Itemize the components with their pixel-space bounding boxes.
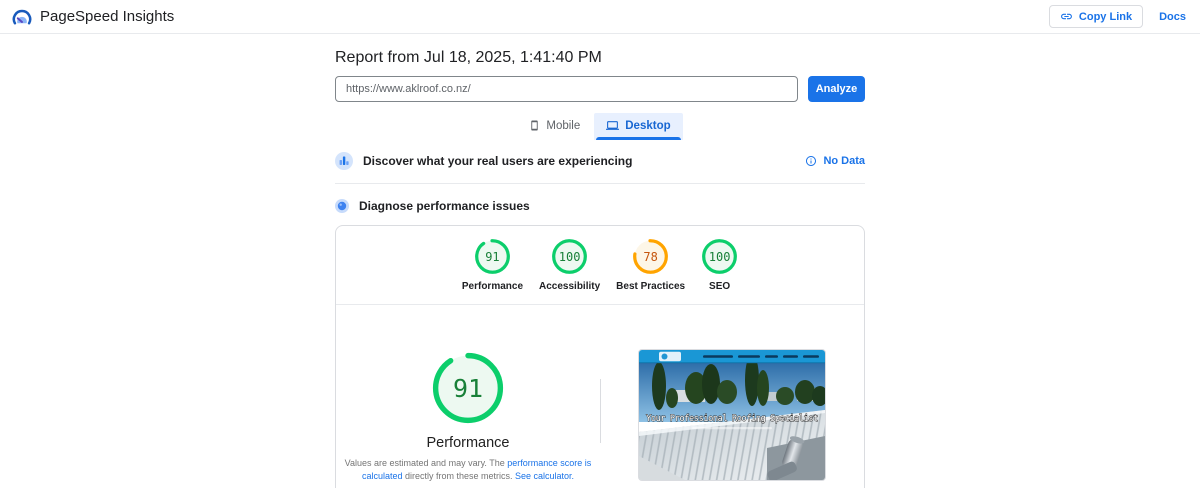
url-row: Analyze bbox=[335, 76, 865, 102]
tab-mobile[interactable]: Mobile bbox=[517, 113, 592, 140]
score-footnote: Values are estimated and may vary. The p… bbox=[342, 457, 594, 483]
field-section-title: Discover what your real users are experi… bbox=[363, 154, 633, 168]
no-data-label: No Data bbox=[823, 155, 865, 167]
report-main: Report from Jul 18, 2025, 1:41:40 PM Ana… bbox=[335, 47, 865, 488]
performance-big-score: 91 bbox=[452, 373, 484, 403]
lab-data-section-header: Diagnose performance issues bbox=[335, 199, 865, 213]
url-input[interactable] bbox=[335, 76, 798, 102]
tab-mobile-label: Mobile bbox=[546, 119, 581, 132]
category-score-seo[interactable]: 100 SEO bbox=[698, 238, 741, 292]
pagespeed-logo-icon bbox=[12, 7, 32, 27]
performance-detail-section: 91 Performance Values are estimated and … bbox=[336, 305, 864, 488]
docs-link[interactable]: Docs bbox=[1159, 11, 1186, 23]
footnote-text-2: directly from these metrics. bbox=[402, 471, 515, 482]
best-practices-score-value: 78 bbox=[643, 249, 658, 264]
info-icon bbox=[805, 155, 817, 167]
screenshot-column: Your Professional Roofing Specialist bbox=[600, 305, 864, 488]
copy-link-label: Copy Link bbox=[1078, 10, 1133, 23]
category-score-best-practices[interactable]: 78 Best Practices bbox=[613, 238, 688, 292]
category-score-performance[interactable]: 91 Performance bbox=[459, 238, 526, 292]
link-icon bbox=[1060, 10, 1073, 23]
diagnose-icon bbox=[335, 199, 349, 213]
app-header: PageSpeed Insights Copy Link Docs bbox=[0, 0, 1200, 34]
report-title: Report from Jul 18, 2025, 1:41:40 PM bbox=[335, 49, 602, 66]
desktop-icon bbox=[606, 119, 620, 132]
field-data-section[interactable]: Discover what your real users are experi… bbox=[335, 152, 865, 184]
pagespeed-home-link[interactable]: PageSpeed Insights bbox=[12, 7, 174, 27]
hero-text: Your Professional Roofing Specialist bbox=[646, 414, 818, 424]
header-actions: Copy Link Docs bbox=[1048, 5, 1186, 28]
lab-section-title: Diagnose performance issues bbox=[359, 199, 530, 213]
tab-desktop[interactable]: Desktop bbox=[594, 113, 683, 140]
accessibility-score-label: Accessibility bbox=[539, 281, 601, 292]
seo-score-label: SEO bbox=[709, 281, 731, 292]
tab-desktop-label: Desktop bbox=[625, 119, 671, 132]
performance-score-value: 91 bbox=[485, 249, 500, 264]
performance-big-gauge: 91 bbox=[431, 351, 505, 425]
category-score-row: 91 Performance 100 Accessibility 78 Best… bbox=[336, 226, 864, 292]
report-card: 91 Performance 100 Accessibility 78 Best… bbox=[335, 225, 865, 488]
see-calculator-link[interactable]: See calculator. bbox=[515, 471, 574, 481]
real-users-icon bbox=[335, 152, 353, 170]
performance-heading: Performance bbox=[426, 435, 510, 451]
seo-score-value: 100 bbox=[708, 249, 731, 264]
no-data-status: No Data bbox=[805, 155, 865, 167]
footnote-text-1: Values are estimated and may vary. The bbox=[344, 458, 508, 468]
best-practices-score-label: Best Practices bbox=[616, 281, 686, 292]
app-title: PageSpeed Insights bbox=[40, 8, 175, 25]
performance-score-label: Performance bbox=[461, 281, 524, 292]
accessibility-score-value: 100 bbox=[558, 249, 581, 264]
page-screenshot-thumbnail: Your Professional Roofing Specialist bbox=[638, 349, 826, 481]
copy-link-button[interactable]: Copy Link bbox=[1048, 5, 1144, 28]
category-score-accessibility[interactable]: 100 Accessibility bbox=[536, 238, 603, 292]
vertical-divider bbox=[600, 379, 601, 443]
analyze-button[interactable]: Analyze bbox=[808, 76, 865, 102]
device-tabs: Mobile Desktop bbox=[335, 113, 865, 140]
smartphone-icon bbox=[529, 120, 540, 131]
performance-gauge-column: 91 Performance Values are estimated and … bbox=[336, 305, 600, 488]
